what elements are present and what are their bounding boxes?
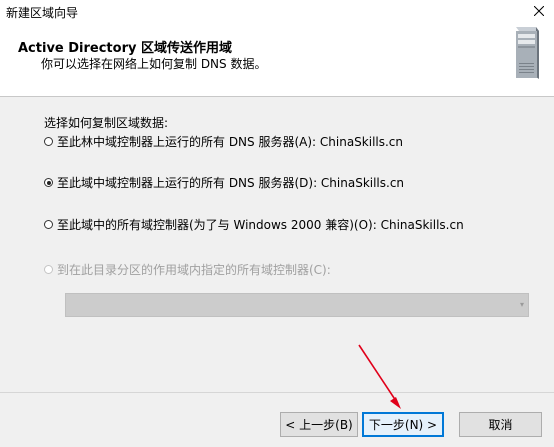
radio-domain-controllers[interactable]: 至此域中的所有域控制器(为了与 Windows 2000 兼容)(O): Chi… [44,216,464,233]
wizard-header: Active Directory 区域传送作用域 你可以选择在网络上如何复制 D… [0,22,554,97]
page-subtitle: 你可以选择在网络上如何复制 DNS 数据。 [41,57,267,71]
close-icon [534,6,544,16]
radio-button-selected[interactable] [44,178,53,187]
radio-button[interactable] [44,137,53,146]
radio-label: 至此林中域控制器上运行的所有 DNS 服务器(A): ChinaSkills.c… [57,135,404,149]
radio-directory-partition: 到在此目录分区的作用域内指定的所有域控制器(C): [44,261,331,278]
next-button[interactable]: 下一步(N) > [362,412,444,437]
radio-forest-dns[interactable]: 至此林中域控制器上运行的所有 DNS 服务器(A): ChinaSkills.c… [44,133,403,150]
radio-domain-dns[interactable]: 至此域中域控制器上运行的所有 DNS 服务器(D): ChinaSkills.c… [44,174,404,191]
back-button[interactable]: < 上一步(B) [280,412,358,437]
cancel-button[interactable]: 取消 [459,412,542,437]
wizard-content: 选择如何复制区域数据: 至此林中域控制器上运行的所有 DNS 服务器(A): C… [0,97,554,392]
page-title: Active Directory 区域传送作用域 [18,41,232,56]
title-bar: 新建区域向导 [0,0,554,22]
directory-partition-select: ▾ [65,293,529,317]
replication-prompt: 选择如何复制区域数据: [44,116,169,130]
server-icon [516,27,539,79]
radio-label: 到在此目录分区的作用域内指定的所有域控制器(C): [57,263,331,277]
radio-button[interactable] [44,220,53,229]
window-title: 新建区域向导 [6,6,79,20]
footer-divider [0,392,554,393]
radio-button-disabled [44,265,53,274]
close-button[interactable] [524,0,554,22]
chevron-down-icon: ▾ [519,300,524,309]
radio-label: 至此域中域控制器上运行的所有 DNS 服务器(D): ChinaSkills.c… [57,176,405,190]
radio-label: 至此域中的所有域控制器(为了与 Windows 2000 兼容)(O): Chi… [57,218,464,232]
